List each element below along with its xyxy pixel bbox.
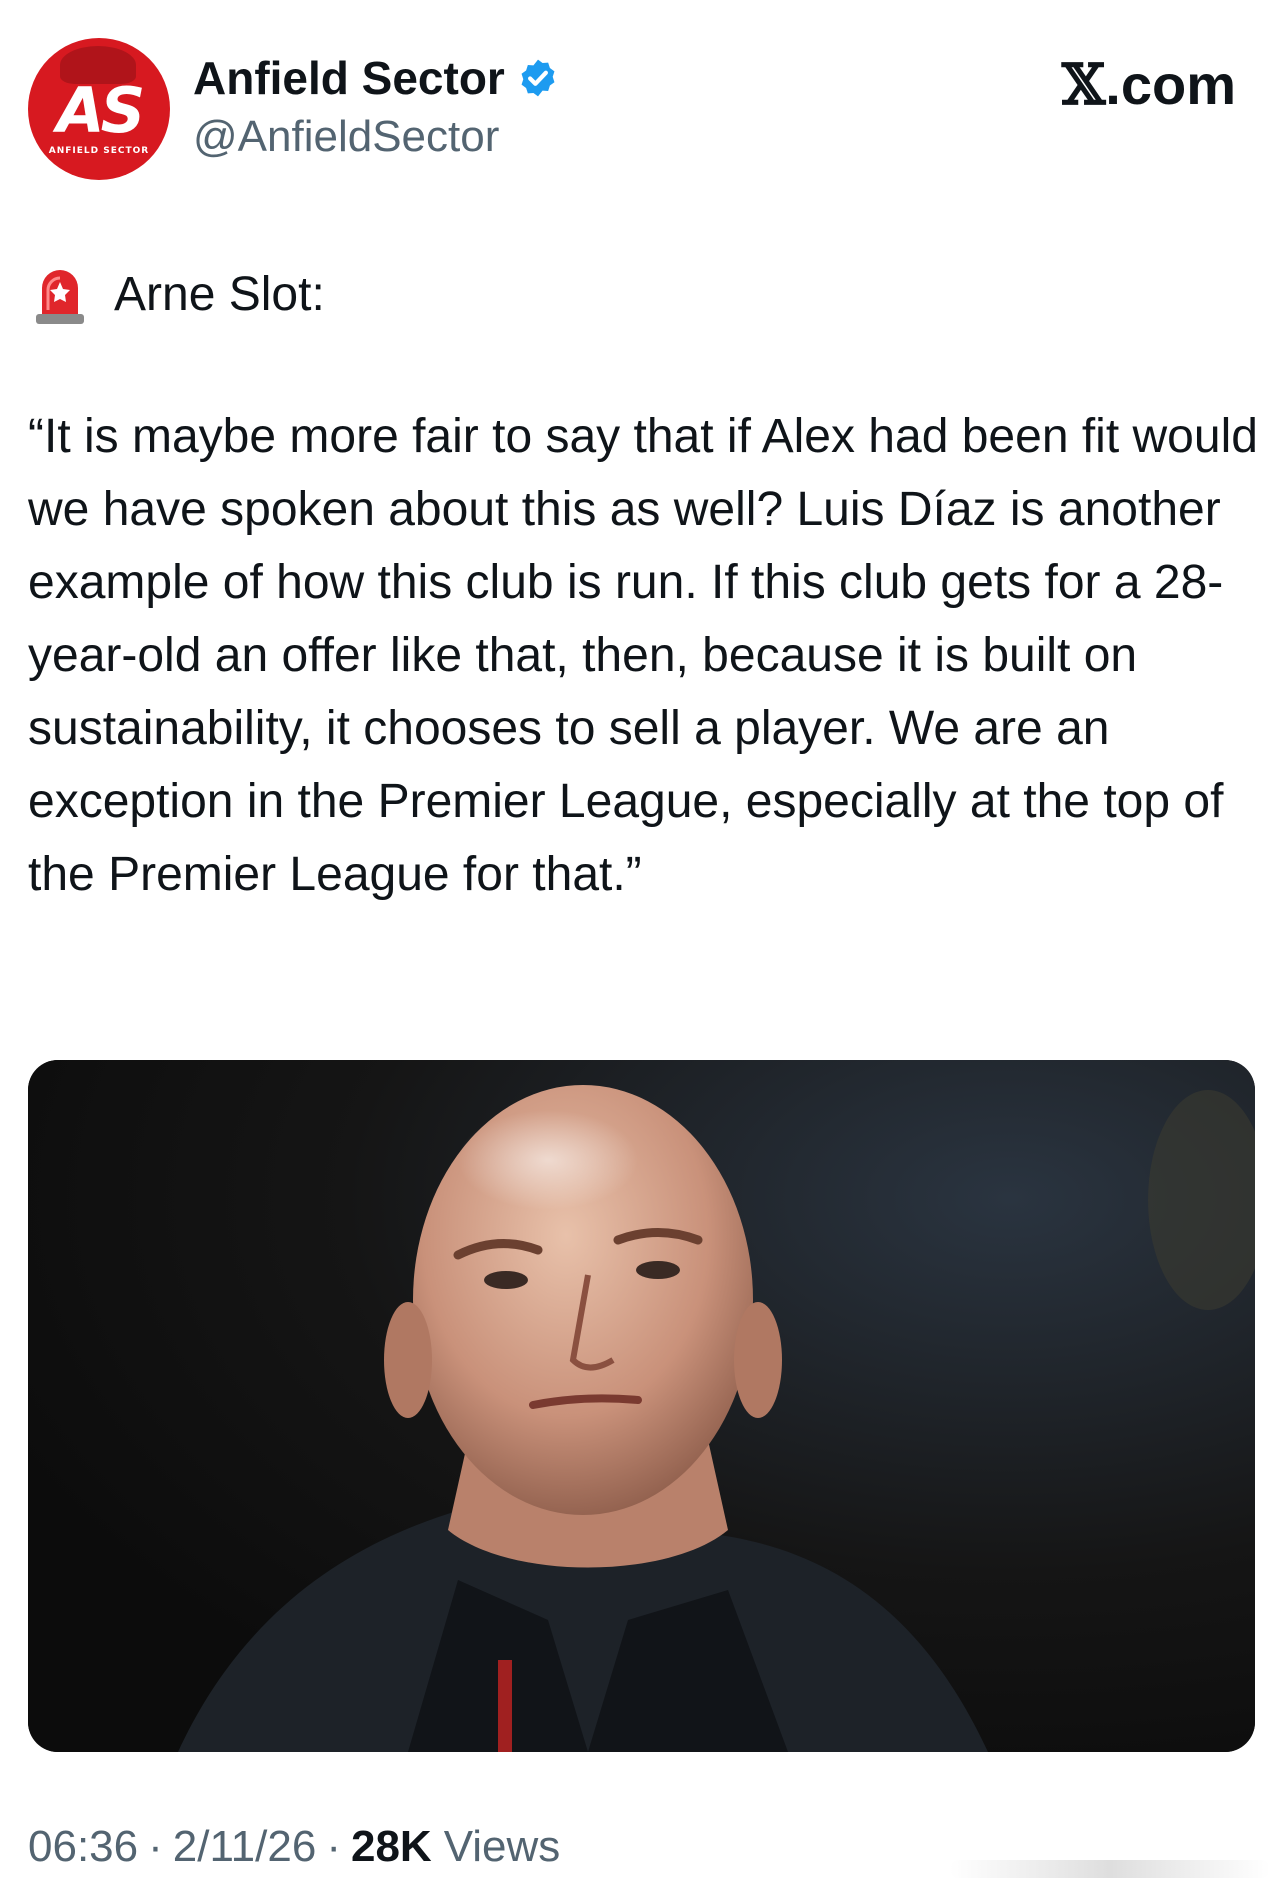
x-logo-icon: 𝕏	[1061, 52, 1106, 118]
post-label: Arne Slot:	[114, 267, 325, 321]
post-label-row: Arne Slot:	[32, 262, 325, 326]
post-header: AS ANFIELD SECTOR Anfield Sector @Anfiel…	[0, 0, 1284, 200]
account-handle[interactable]: @AnfieldSector	[193, 112, 499, 162]
views-count: 28K	[350, 1822, 432, 1871]
avatar-monogram: AS	[56, 74, 146, 147]
meta-separator: ·	[326, 1822, 341, 1871]
site-label: 𝕏.com	[1062, 52, 1236, 118]
site-domain: .com	[1105, 53, 1236, 116]
verified-badge-icon	[521, 59, 555, 97]
photo-arne-slot-image	[28, 1060, 1255, 1752]
avatar-subtext: ANFIELD SECTOR	[48, 146, 150, 156]
views-label: Views	[443, 1822, 561, 1871]
post-photo[interactable]	[28, 1060, 1255, 1752]
siren-icon	[36, 270, 84, 324]
post-meta: 06:36 · 2/11/26 · 28K Views	[28, 1822, 560, 1872]
post-date[interactable]: 2/11/26	[173, 1822, 317, 1872]
display-name[interactable]: Anfield Sector	[193, 51, 505, 105]
blurred-toolbar	[950, 1860, 1270, 1878]
post-text: “It is maybe more fair to say that if Al…	[28, 410, 1258, 901]
post-time[interactable]: 06:36	[28, 1822, 138, 1872]
avatar[interactable]: AS ANFIELD SECTOR	[28, 38, 170, 180]
name-row: Anfield Sector	[193, 48, 559, 108]
meta-separator: ·	[148, 1822, 163, 1871]
